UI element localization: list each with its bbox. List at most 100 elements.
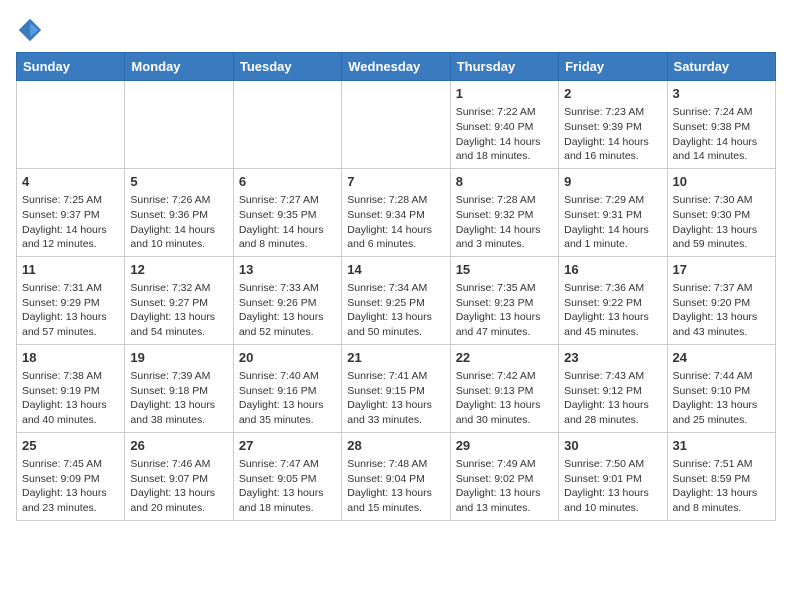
calendar-day-cell: 14Sunrise: 7:34 AMSunset: 9:25 PMDayligh… — [342, 256, 450, 344]
calendar-day-cell: 29 Sunrise: 7:49 AMSunset: 9:02 PMDayligh… — [450, 432, 558, 520]
calendar-day-cell: 4 Sunrise: 7:25 AMSunset: 9:37 PMDaylight… — [17, 168, 125, 256]
calendar-day-cell — [125, 81, 233, 169]
calendar-day-cell: 3Sunrise: 7:24 AMSunset: 9:38 PMDaylight… — [667, 81, 775, 169]
calendar-day-cell: 25Sunrise: 7:45 AMSunset: 9:09 PMDayligh… — [17, 432, 125, 520]
page-header — [16, 16, 776, 44]
weekday-header-friday: Friday — [559, 53, 667, 81]
weekday-header-thursday: Thursday — [450, 53, 558, 81]
day-number: 28 — [347, 437, 444, 455]
day-info: Sunrise: 7:43 AMSunset: 9:12 PMDaylight:… — [564, 369, 661, 428]
day-number: 31 — [673, 437, 770, 455]
calendar-day-cell: 20 Sunrise: 7:40 AMSunset: 9:16 PMDayligh… — [233, 344, 341, 432]
calendar-day-cell: 22Sunrise: 7:42 AMSunset: 9:13 PMDayligh… — [450, 344, 558, 432]
day-info: Sunrise: 7:26 AMSunset: 9:36 PMDaylight:… — [130, 193, 227, 252]
calendar-week-row: 1 Sunrise: 7:22 AMSunset: 9:40 PMDaylight… — [17, 81, 776, 169]
day-number: 24 — [673, 349, 770, 367]
day-number: 4 — [22, 173, 119, 191]
day-number: 14 — [347, 261, 444, 279]
calendar-day-cell: 8 Sunrise: 7:28 AMSunset: 9:32 PMDaylight… — [450, 168, 558, 256]
day-info: Sunrise: 7:27 AMSunset: 9:35 PMDaylight:… — [239, 193, 336, 252]
calendar-day-cell: 11 Sunrise: 7:31 AMSunset: 9:29 PMDayligh… — [17, 256, 125, 344]
day-number: 20 — [239, 349, 336, 367]
day-number: 17 — [673, 261, 770, 279]
day-number: 27 — [239, 437, 336, 455]
calendar-day-cell: 21 Sunrise: 7:41 AMSunset: 9:15 PMDayligh… — [342, 344, 450, 432]
day-number: 30 — [564, 437, 661, 455]
calendar-day-cell: 15Sunrise: 7:35 AMSunset: 9:23 PMDayligh… — [450, 256, 558, 344]
logo — [16, 16, 48, 44]
day-number: 22 — [456, 349, 553, 367]
day-info: Sunrise: 7:41 AMSunset: 9:15 PMDaylight:… — [347, 369, 444, 428]
day-number: 8 — [456, 173, 553, 191]
calendar-day-cell: 7Sunrise: 7:28 AMSunset: 9:34 PMDaylight… — [342, 168, 450, 256]
calendar-day-cell: 31 Sunrise: 7:51 AMSunset: 8:59 PMDayligh… — [667, 432, 775, 520]
weekday-header-monday: Monday — [125, 53, 233, 81]
day-number: 6 — [239, 173, 336, 191]
calendar-day-cell — [17, 81, 125, 169]
day-number: 12 — [130, 261, 227, 279]
calendar-header-row: SundayMondayTuesdayWednesdayThursdayFrid… — [17, 53, 776, 81]
calendar-week-row: 4 Sunrise: 7:25 AMSunset: 9:37 PMDaylight… — [17, 168, 776, 256]
day-info: Sunrise: 7:45 AMSunset: 9:09 PMDaylight:… — [22, 457, 119, 516]
day-number: 15 — [456, 261, 553, 279]
day-number: 10 — [673, 173, 770, 191]
day-info: Sunrise: 7:36 AMSunset: 9:22 PMDaylight:… — [564, 281, 661, 340]
calendar-day-cell: 2Sunrise: 7:23 AMSunset: 9:39 PMDaylight… — [559, 81, 667, 169]
calendar-day-cell: 5 Sunrise: 7:26 AMSunset: 9:36 PMDaylight… — [125, 168, 233, 256]
day-info: Sunrise: 7:29 AMSunset: 9:31 PMDaylight:… — [564, 193, 661, 252]
day-info: Sunrise: 7:33 AMSunset: 9:26 PMDaylight:… — [239, 281, 336, 340]
day-info: Sunrise: 7:23 AMSunset: 9:39 PMDaylight:… — [564, 105, 661, 164]
day-info: Sunrise: 7:32 AMSunset: 9:27 PMDaylight:… — [130, 281, 227, 340]
day-number: 21 — [347, 349, 444, 367]
calendar-day-cell: 26 Sunrise: 7:46 AMSunset: 9:07 PMDayligh… — [125, 432, 233, 520]
calendar-day-cell: 13 Sunrise: 7:33 AMSunset: 9:26 PMDayligh… — [233, 256, 341, 344]
day-info: Sunrise: 7:49 AMSunset: 9:02 PMDaylight:… — [456, 457, 553, 516]
day-info: Sunrise: 7:44 AMSunset: 9:10 PMDaylight:… — [673, 369, 770, 428]
calendar-day-cell: 30 Sunrise: 7:50 AMSunset: 9:01 PMDayligh… — [559, 432, 667, 520]
day-number: 26 — [130, 437, 227, 455]
day-info: Sunrise: 7:30 AMSunset: 9:30 PMDaylight:… — [673, 193, 770, 252]
day-number: 11 — [22, 261, 119, 279]
day-info: Sunrise: 7:46 AMSunset: 9:07 PMDaylight:… — [130, 457, 227, 516]
calendar-day-cell — [233, 81, 341, 169]
day-number: 5 — [130, 173, 227, 191]
day-info: Sunrise: 7:40 AMSunset: 9:16 PMDaylight:… — [239, 369, 336, 428]
day-number: 7 — [347, 173, 444, 191]
day-info: Sunrise: 7:39 AMSunset: 9:18 PMDaylight:… — [130, 369, 227, 428]
day-number: 18 — [22, 349, 119, 367]
calendar-week-row: 11 Sunrise: 7:31 AMSunset: 9:29 PMDayligh… — [17, 256, 776, 344]
logo-icon — [16, 16, 44, 44]
calendar-day-cell: 12 Sunrise: 7:32 AMSunset: 9:27 PMDayligh… — [125, 256, 233, 344]
day-info: Sunrise: 7:50 AMSunset: 9:01 PMDaylight:… — [564, 457, 661, 516]
calendar-day-cell: 17 Sunrise: 7:37 AMSunset: 9:20 PMDayligh… — [667, 256, 775, 344]
day-number: 13 — [239, 261, 336, 279]
day-info: Sunrise: 7:25 AMSunset: 9:37 PMDaylight:… — [22, 193, 119, 252]
calendar-day-cell: 27Sunrise: 7:47 AMSunset: 9:05 PMDayligh… — [233, 432, 341, 520]
day-info: Sunrise: 7:31 AMSunset: 9:29 PMDaylight:… — [22, 281, 119, 340]
calendar-day-cell: 16 Sunrise: 7:36 AMSunset: 9:22 PMDayligh… — [559, 256, 667, 344]
day-number: 29 — [456, 437, 553, 455]
weekday-header-sunday: Sunday — [17, 53, 125, 81]
day-number: 16 — [564, 261, 661, 279]
calendar-table: SundayMondayTuesdayWednesdayThursdayFrid… — [16, 52, 776, 521]
day-info: Sunrise: 7:37 AMSunset: 9:20 PMDaylight:… — [673, 281, 770, 340]
day-info: Sunrise: 7:28 AMSunset: 9:32 PMDaylight:… — [456, 193, 553, 252]
calendar-day-cell: 19 Sunrise: 7:39 AMSunset: 9:18 PMDayligh… — [125, 344, 233, 432]
calendar-day-cell: 6 Sunrise: 7:27 AMSunset: 9:35 PMDaylight… — [233, 168, 341, 256]
day-info: Sunrise: 7:22 AMSunset: 9:40 PMDaylight:… — [456, 105, 553, 164]
day-info: Sunrise: 7:51 AMSunset: 8:59 PMDaylight:… — [673, 457, 770, 516]
weekday-header-wednesday: Wednesday — [342, 53, 450, 81]
calendar-day-cell: 9 Sunrise: 7:29 AMSunset: 9:31 PMDaylight… — [559, 168, 667, 256]
day-number: 23 — [564, 349, 661, 367]
day-number: 9 — [564, 173, 661, 191]
calendar-day-cell: 18Sunrise: 7:38 AMSunset: 9:19 PMDayligh… — [17, 344, 125, 432]
calendar-week-row: 25Sunrise: 7:45 AMSunset: 9:09 PMDayligh… — [17, 432, 776, 520]
day-number: 1 — [456, 85, 553, 103]
calendar-day-cell: 10 Sunrise: 7:30 AMSunset: 9:30 PMDayligh… — [667, 168, 775, 256]
day-number: 19 — [130, 349, 227, 367]
weekday-header-saturday: Saturday — [667, 53, 775, 81]
calendar-day-cell: 23 Sunrise: 7:43 AMSunset: 9:12 PMDayligh… — [559, 344, 667, 432]
calendar-week-row: 18Sunrise: 7:38 AMSunset: 9:19 PMDayligh… — [17, 344, 776, 432]
weekday-header-tuesday: Tuesday — [233, 53, 341, 81]
calendar-day-cell: 24 Sunrise: 7:44 AMSunset: 9:10 PMDayligh… — [667, 344, 775, 432]
